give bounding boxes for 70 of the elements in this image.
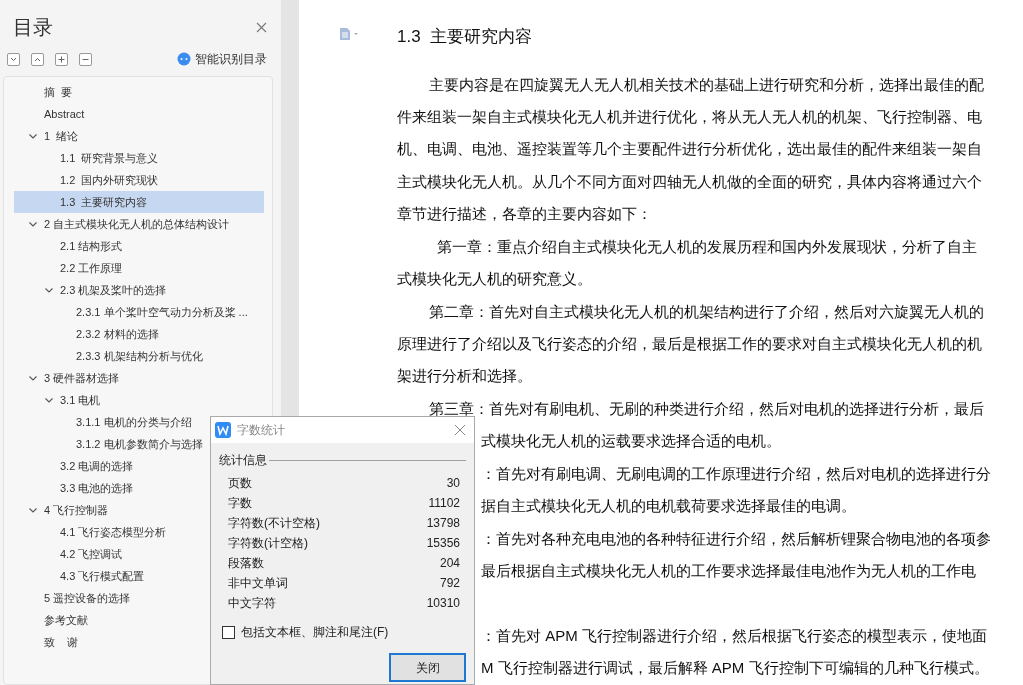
body-text-line: 式模块化无人机的研究意义。 <box>397 269 592 290</box>
collapse-up-button[interactable] <box>31 52 44 66</box>
toc-item[interactable]: 3 硬件器材选择 <box>14 367 264 389</box>
stat-label: 字符数(不计空格) <box>228 515 320 532</box>
stat-value: 15356 <box>426 535 460 552</box>
toc-item[interactable]: 2.3 机架及桨叶的选择 <box>14 279 264 301</box>
chevron-icon[interactable] <box>28 505 38 515</box>
stat-value: 30 <box>446 475 460 492</box>
minus-button[interactable] <box>79 52 92 66</box>
toc-item[interactable]: 1.2 国内外研究现状 <box>14 169 264 191</box>
chevron-icon[interactable] <box>44 395 54 405</box>
toc-item[interactable]: 2.3.3 机架结构分析与优化 <box>14 345 264 367</box>
stat-label: 中文字符 <box>228 595 276 612</box>
stat-label: 字数 <box>228 495 252 512</box>
plus-icon <box>57 54 66 64</box>
toc-item[interactable]: 1 绪论 <box>14 125 264 147</box>
section-heading: 1.3 主要研究内容 <box>397 26 534 48</box>
app-logo-icon <box>215 422 231 438</box>
body-text-line: 章节进行描述，各章的主要内容如下： <box>397 204 652 225</box>
toc-item[interactable]: 2 自主式模块化无人机的总体结构设计 <box>14 213 264 235</box>
body-text-line: 机、电调、电池、遥控装置等几个主要配件进行分析优化，选出最佳的配件来组装一架自 <box>397 139 982 160</box>
toc-item[interactable]: 摘 要 <box>14 81 264 103</box>
close-icon[interactable] <box>454 424 466 436</box>
bubble-icon <box>177 52 191 66</box>
stat-label: 非中文单词 <box>228 575 288 592</box>
stat-value: 204 <box>439 555 460 572</box>
body-text-line: 件来组装一架自主式模块化无人机并进行优化，将从无人无人机的机架、飞行控制器、电 <box>397 107 982 127</box>
toc-title: 目录 <box>13 15 53 40</box>
stat-value: 792 <box>439 575 460 592</box>
body-text-line: 原理进行了介绍以及飞行姿态的介绍，最后是根据工作的要求对自主式模块化无人机的机 <box>397 334 982 355</box>
chevron-icon[interactable] <box>28 373 38 383</box>
stat-label: 段落数 <box>228 555 264 572</box>
plus-button[interactable] <box>55 52 68 66</box>
body-text-line: ：首先对 APM 飞行控制器进行介绍，然后根据飞行姿态的模型表示，使地面 <box>481 626 987 646</box>
body-text-line: M 飞行控制器进行调试，最后解释 APM 飞行控制下可编辑的几种飞行模式。 <box>481 658 989 679</box>
checkbox[interactable] <box>222 625 235 639</box>
close-button[interactable]: 关闭 <box>389 653 466 682</box>
toc-item[interactable]: 2.3.1 单个桨叶空气动力分析及桨 ... <box>14 301 264 323</box>
stat-label: 页数 <box>228 475 252 492</box>
toc-item[interactable]: 2.2 工作原理 <box>14 257 264 279</box>
body-text-line: 主要内容是在四旋翼无人无人机相关技术的基础上进行研究和分析，选择出最佳的配 <box>429 74 984 95</box>
stat-label: 字符数(计空格) <box>228 535 308 552</box>
body-text-line: 第三章：首先对有刷电机、无刷的种类进行介绍，然后对电机的选择进行分析，最后 <box>429 398 984 419</box>
body-text-line: 第二章：首先对自主式模块化无人机的机架结构进行了介绍，然后对六旋翼无人机的 <box>429 301 984 322</box>
toc-item[interactable]: 1.1 研究背景与意义 <box>14 147 264 169</box>
expand-down-button[interactable] <box>7 52 20 66</box>
checkbox-label: 包括文本框、脚注和尾注(F) <box>241 624 389 641</box>
body-text-line: ：首先对有刷电调、无刷电调的工作原理进行介绍，然后对电机的选择进行分 <box>481 463 991 484</box>
body-text-line: 主式模块化无人机。从几个不同方面对四轴无人机做的全面的研究，具体内容将通过六个 <box>397 171 982 192</box>
stat-value: 11102 <box>428 495 460 512</box>
body-text-line: ：首先对各种充电电池的各种特征进行介绍，然后解析锂聚合物电池的各项参 <box>481 528 991 549</box>
chevron-icon[interactable] <box>28 219 38 229</box>
close-icon[interactable] <box>256 21 267 33</box>
smart-toc-button[interactable]: 智能识别目录 <box>177 50 267 68</box>
body-text-line: 第一章：重点介绍自主式模块化无人机的发展历程和国内外发展现状，分析了自主 <box>437 236 977 257</box>
toc-item[interactable]: 3.1 电机 <box>14 389 264 411</box>
body-text-line: 最后根据自主式模块化无人机的工作要求选择最佳电池作为无人机的工作电 <box>481 561 976 582</box>
stat-value: 13798 <box>426 515 460 532</box>
toc-item[interactable]: 1.3 主要研究内容 <box>14 191 264 213</box>
toc-item[interactable]: 2.3.2 材料的选择 <box>14 323 264 345</box>
toc-item[interactable]: Abstract <box>14 103 264 125</box>
dialog-title: 字数统计 <box>237 422 286 439</box>
chevron-icon[interactable] <box>28 131 38 141</box>
stat-value: 10310 <box>426 595 460 612</box>
chevron-icon[interactable] <box>44 285 54 295</box>
body-text-line: 架进行分析和选择。 <box>397 366 532 387</box>
body-text-line: 式模块化无人机的运载要求选择合适的电机。 <box>481 431 781 452</box>
body-text-line: 据自主式模块化无人机的电机载荷要求选择最佳的电调。 <box>481 496 856 517</box>
toc-item[interactable]: 2.1 结构形式 <box>14 235 264 257</box>
group-label: 统计信息 <box>219 452 267 469</box>
